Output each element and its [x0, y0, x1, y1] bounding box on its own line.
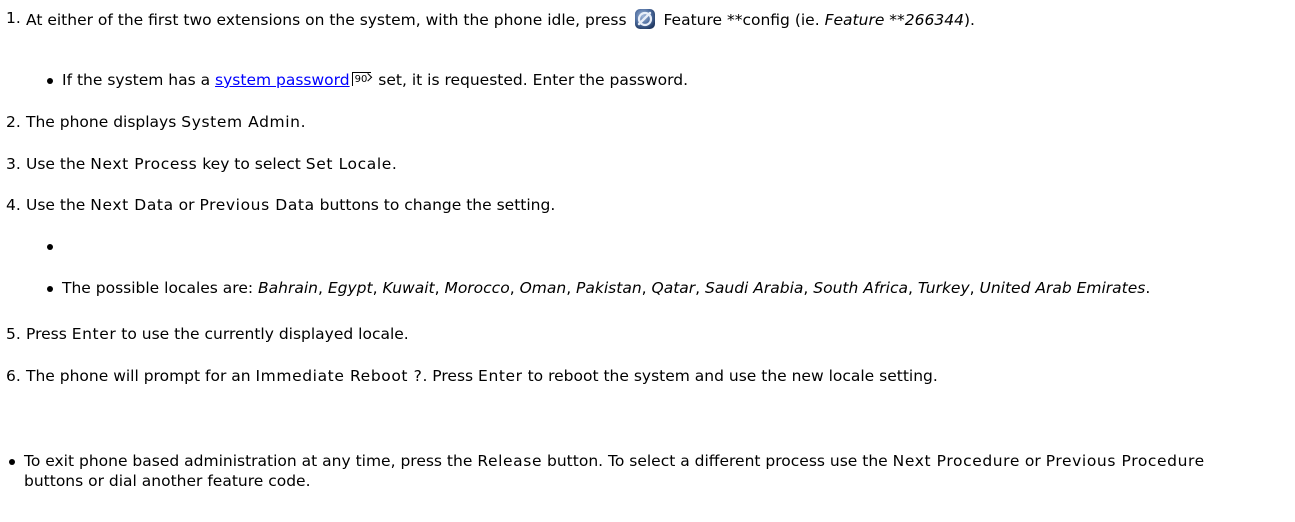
step-4-text-b: or — [178, 196, 195, 214]
page-reference[interactable]: 90 — [351, 72, 372, 86]
locale-item: Turkey — [917, 279, 970, 297]
display-text: System Admin — [181, 113, 301, 131]
step-number: 6. — [6, 367, 21, 385]
step-3-text-c: . — [391, 155, 397, 173]
step-5-text-b: to use the currently displayed locale. — [121, 325, 409, 343]
system-password-link[interactable]: system password — [215, 71, 350, 89]
process-name: Set Locale — [305, 155, 392, 173]
step-1-text-b: Feature **config (ie. — [663, 11, 820, 29]
step-3-text-a: Use the — [26, 155, 86, 173]
button-name: Release — [477, 452, 543, 470]
step-text: Press Enter to use the currently display… — [26, 324, 1280, 344]
button-name: Previous Procedure — [1045, 452, 1205, 470]
locale-item: Saudi Arabia — [705, 279, 804, 297]
step-1-text-a: At either of the first two extensions on… — [26, 11, 627, 29]
subitem-pre: If the system has a — [62, 71, 211, 89]
subitem-text: If the system has a system password 90 se… — [62, 70, 1260, 90]
bullet-icon — [9, 459, 15, 465]
bullet-icon — [47, 78, 53, 84]
button-name: Enter — [478, 367, 523, 385]
locale-item: Egypt — [327, 279, 373, 297]
locales-prefix: The possible locales are: — [62, 279, 254, 297]
locale-item: United Arab Emirates — [979, 279, 1146, 297]
display-text: Immediate Reboot ? — [255, 367, 423, 385]
locale-item: Oman — [519, 279, 567, 297]
bullet-icon — [47, 244, 53, 250]
button-name: Next Data — [90, 196, 174, 214]
step-number: 5. — [6, 325, 21, 343]
step-text: Use the Next Data or Previous Data butto… — [26, 195, 1280, 215]
step-6-text-b: . Press — [422, 367, 474, 385]
locale-item: Kuwait — [382, 279, 435, 297]
step-number: 1. — [6, 9, 21, 27]
step-4-text-a: Use the — [26, 196, 86, 214]
step-6-text-c: to reboot the system and use the new loc… — [527, 367, 938, 385]
note-text-c: or — [1024, 452, 1041, 470]
locale-item: Qatar — [651, 279, 696, 297]
note-text: To exit phone based administration at an… — [24, 451, 1264, 491]
step-number: 4. — [6, 196, 21, 214]
step-text: Use the Next Process key to select Set L… — [26, 154, 1280, 174]
subitem-post: set, it is requested. Enter the password… — [378, 71, 689, 89]
step-text: The phone displays System Admin. — [26, 112, 1280, 132]
step-2-text-b: . — [300, 113, 306, 131]
locale-item: South Africa — [813, 279, 908, 297]
step-6-text-a: The phone will prompt for an — [26, 367, 251, 385]
step-number: 2. — [6, 113, 21, 131]
step-text: At either of the first two extensions on… — [26, 8, 1280, 30]
step-2-text-a: The phone displays — [26, 113, 177, 131]
locale-item: Pakistan — [576, 279, 642, 297]
note-text-d: buttons or dial another feature code. — [24, 472, 311, 490]
locale-item: Morocco — [444, 279, 510, 297]
step-text: The phone will prompt for an Immediate R… — [26, 366, 1256, 386]
key-name: Next Process — [90, 155, 198, 173]
step-1-example: Feature **266344 — [824, 11, 964, 29]
note-text-a: To exit phone based administration at an… — [24, 452, 473, 470]
button-name: Enter — [71, 325, 117, 343]
locale-item: Bahrain — [258, 279, 318, 297]
bullet-icon — [47, 286, 53, 292]
feature-button-icon — [634, 8, 656, 30]
button-name: Next Procedure — [892, 452, 1020, 470]
step-number: 3. — [6, 155, 21, 173]
step-3-text-b: key to select — [202, 155, 301, 173]
step-5-text-a: Press — [26, 325, 67, 343]
button-name: Previous Data — [199, 196, 315, 214]
step-1-text-c: ). — [963, 11, 975, 29]
locales-text: The possible locales are: Bahrain, Egypt… — [62, 279, 1151, 297]
note-text-b: button. To select a different process us… — [547, 452, 888, 470]
step-4-text-c: buttons to change the setting. — [319, 196, 556, 214]
